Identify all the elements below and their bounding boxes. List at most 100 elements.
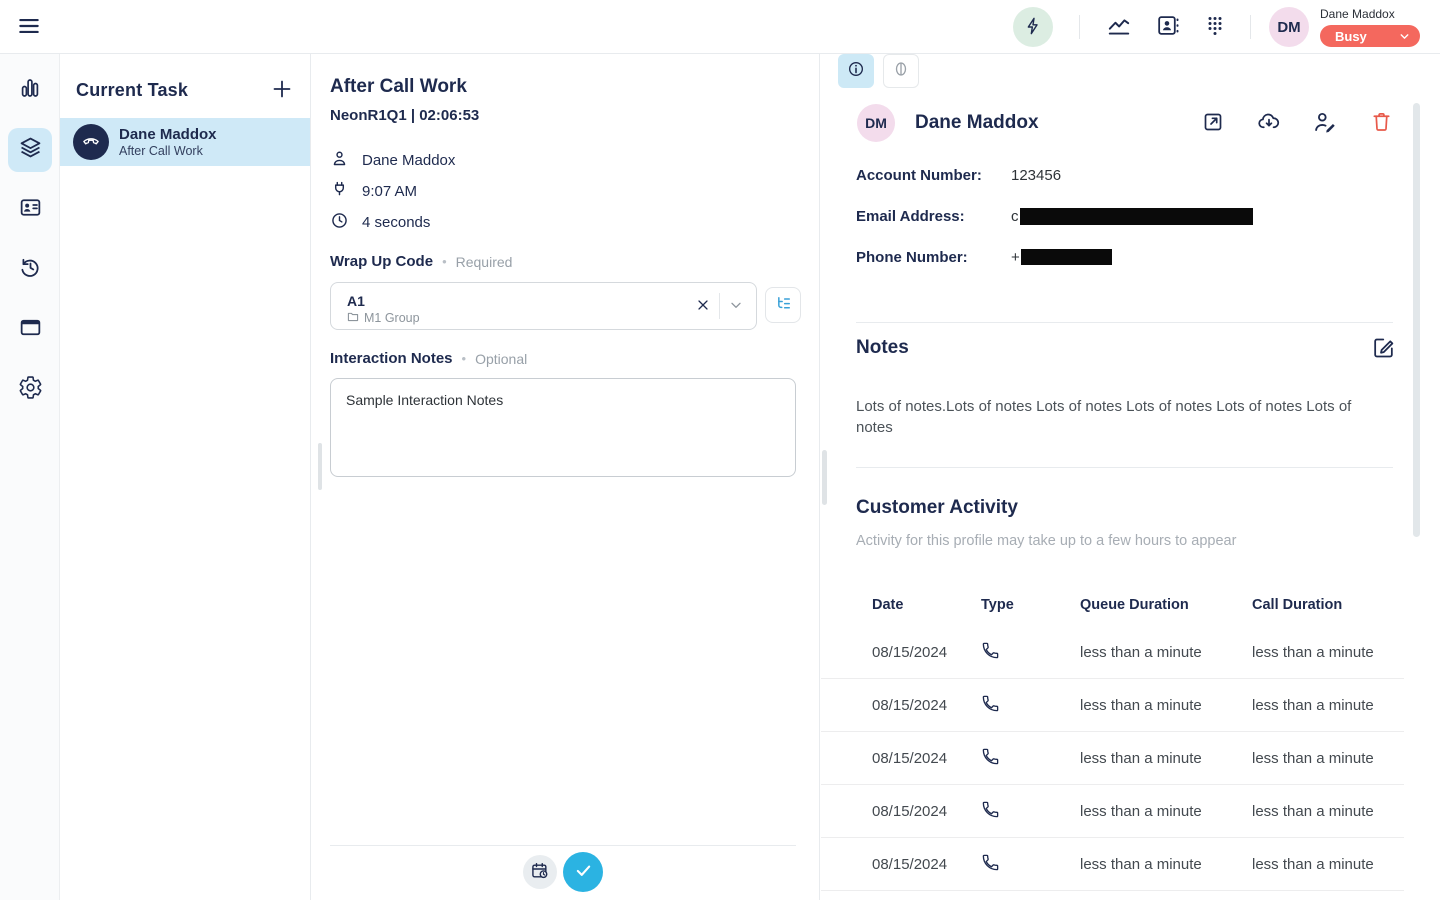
chevron-down-icon [1398, 30, 1411, 43]
activity-date: 08/15/2024 [872, 644, 981, 661]
email-label: Email Address: [856, 208, 1011, 225]
scrollbar-thumb[interactable] [1413, 103, 1420, 537]
footer-divider [330, 845, 796, 846]
call-duration: less than a minute [1252, 750, 1404, 767]
bullet: • [442, 254, 447, 269]
edit-contact-button[interactable] [1312, 110, 1338, 136]
activity-date: 08/15/2024 [872, 856, 981, 873]
person-icon [330, 149, 349, 172]
wrap-up-code-label: Wrap Up Code [330, 253, 433, 270]
clear-selection-button[interactable] [687, 290, 719, 322]
nav-contacts[interactable] [8, 188, 52, 232]
column-header-call-duration: Call Duration [1252, 597, 1404, 613]
nav-settings[interactable] [8, 368, 52, 412]
open-dropdown-button[interactable] [720, 290, 752, 322]
interaction-notes-textarea[interactable]: Sample Interaction Notes [330, 378, 796, 477]
task-status: After Call Work [119, 144, 217, 159]
task-detail-panel: After Call Work NeonR1Q1 | 02:06:53 Dane… [311, 54, 820, 900]
gear-icon [18, 375, 43, 405]
schedule-button[interactable] [523, 855, 557, 889]
nav-tasks[interactable] [8, 128, 52, 172]
queue-duration: less than a minute [1080, 697, 1252, 714]
download-profile-button[interactable] [1256, 110, 1282, 136]
phone-icon [981, 800, 1080, 823]
contact-card-icon [18, 195, 43, 225]
account-number-value: 123456 [1011, 167, 1061, 184]
wrap-up-code-select[interactable]: A1 M1 Group [330, 282, 757, 330]
analytics-button[interactable] [1106, 14, 1132, 40]
nav-browser[interactable] [8, 308, 52, 352]
interaction-notes-label: Interaction Notes [330, 350, 453, 367]
table-row[interactable]: 08/15/2024 less than a minute less than … [821, 626, 1404, 679]
nav-history[interactable] [8, 248, 52, 292]
person-edit-icon [1312, 109, 1338, 138]
column-header-queue-duration: Queue Duration [1080, 597, 1252, 613]
phone-label: Phone Number: [856, 249, 1011, 266]
phone-value: + [1011, 249, 1020, 266]
edit-icon [1371, 335, 1396, 363]
notes-title: Notes [856, 337, 909, 359]
dialpad-button[interactable] [1202, 14, 1228, 40]
bar-chart-icon [18, 76, 42, 105]
phone-icon [981, 747, 1080, 770]
menu-button[interactable] [14, 13, 44, 41]
tab-insights[interactable] [883, 54, 919, 88]
section-divider [856, 322, 1393, 323]
scrollbar-thumb[interactable] [318, 443, 322, 490]
redaction-bar [1020, 208, 1253, 225]
close-icon [695, 297, 711, 316]
info-icon [846, 59, 866, 84]
call-duration: less than a minute [1252, 644, 1404, 661]
activity-date: 08/15/2024 [872, 750, 981, 767]
table-row[interactable]: 08/15/2024 less than a minute less than … [821, 679, 1404, 732]
user-avatar[interactable]: DM [1269, 7, 1309, 47]
phone-icon [80, 129, 102, 156]
task-list-item[interactable]: Dane Maddox After Call Work [60, 118, 310, 166]
lightning-icon [1023, 16, 1043, 39]
quick-actions-button[interactable] [1013, 7, 1053, 47]
profile-avatar: DM [857, 104, 895, 142]
queue-and-timer: NeonR1Q1 | 02:06:53 [330, 107, 479, 124]
nav-dashboard[interactable] [8, 68, 52, 112]
detail-contact-name: Dane Maddox [362, 152, 455, 169]
profile-name: Dane Maddox [915, 112, 1200, 134]
open-profile-button[interactable] [1200, 110, 1226, 136]
bullet: • [462, 351, 467, 366]
tab-profile-info[interactable] [838, 54, 874, 88]
call-duration: less than a minute [1252, 856, 1404, 873]
wrap-up-group-label: M1 Group [364, 310, 420, 326]
contacts-button[interactable] [1154, 14, 1180, 40]
scrollbar-thumb[interactable] [822, 450, 827, 505]
redaction-bar [1021, 249, 1112, 265]
table-row[interactable]: 08/15/2024 less than a minute less than … [821, 785, 1404, 838]
task-contact-name: Dane Maddox [119, 126, 217, 144]
contact-book-icon [1155, 13, 1180, 41]
activity-table-header: Date Type Queue Duration Call Duration [821, 584, 1404, 626]
phone-icon [981, 694, 1080, 717]
hamburger-icon [16, 13, 42, 42]
current-task-panel: Current Task Dane Maddox After Call Work [60, 54, 311, 900]
check-icon [573, 860, 594, 884]
email-value: c [1011, 208, 1019, 225]
activity-date: 08/15/2024 [872, 697, 981, 714]
phone-icon [981, 641, 1080, 664]
call-duration: less than a minute [1252, 697, 1404, 714]
table-row[interactable]: 08/15/2024 less than a minute less than … [821, 838, 1404, 891]
app-window: DM Dane Maddox Busy [0, 0, 1440, 900]
customer-profile-panel: DM Dane Maddox [821, 54, 1440, 900]
add-task-button[interactable] [270, 78, 294, 102]
status-dropdown[interactable]: Busy [1320, 25, 1420, 47]
phone-icon [981, 853, 1080, 876]
calendar-clock-icon [530, 861, 550, 884]
brain-icon [891, 59, 911, 84]
window-icon [18, 315, 43, 345]
edit-notes-button[interactable] [1370, 336, 1396, 362]
complete-task-button[interactable] [563, 852, 603, 892]
delete-profile-button[interactable] [1368, 110, 1394, 136]
column-header-date: Date [872, 597, 981, 613]
current-task-title: Current Task [76, 80, 188, 101]
table-row[interactable]: 08/15/2024 less than a minute less than … [821, 732, 1404, 785]
notes-text: Lots of notes.Lots of notes Lots of note… [856, 396, 1380, 438]
queue-duration: less than a minute [1080, 856, 1252, 873]
tree-view-button[interactable] [765, 287, 801, 323]
